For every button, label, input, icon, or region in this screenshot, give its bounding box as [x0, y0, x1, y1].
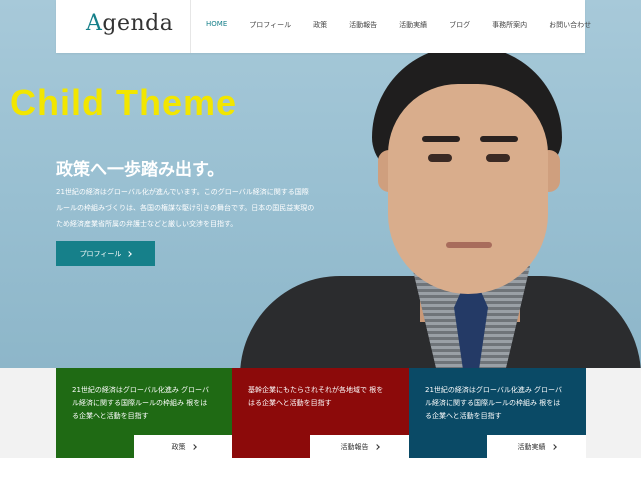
hero-body: 21世紀の経済はグローバル化が進んでいます。このグローバル経済に関する国際 ルー…: [56, 184, 336, 232]
page-bottom: [0, 458, 641, 481]
card-text: 21世紀の経済はグローバル化進み グローバ ル経済に関する国際ルールの枠組み 根…: [72, 384, 222, 423]
nav-item-activity-report[interactable]: 活動報告: [349, 20, 377, 30]
profile-button-label: プロフィール: [79, 249, 122, 258]
card-text-line: る企業へと活動を目指す: [72, 412, 149, 420]
card-text-line: はる企業へと活動を目指す: [248, 399, 332, 407]
card-link-activity-report[interactable]: 活動報告: [310, 435, 409, 458]
card-text-line: 基幹企業にもたらされそれが各地域で 根を: [248, 386, 384, 394]
nav-item-contact[interactable]: お問い合わせ: [549, 20, 591, 30]
header-divider: [190, 0, 191, 53]
card-activity-results: 21世紀の経済はグローバル化進み グローバ ル経済に関する国際ルールの枠組み 根…: [409, 368, 586, 458]
card-text: 基幹企業にもたらされそれが各地域で 根を はる企業へと活動を目指す: [248, 384, 398, 410]
nav-item-office[interactable]: 事務所案内: [492, 20, 527, 30]
nav-item-blog[interactable]: ブログ: [449, 20, 470, 30]
chevron-right-icon: [373, 443, 380, 450]
card-text-line: ル経済に関する国際ルールの枠組み 根をは: [425, 399, 561, 407]
hero-body-line: ため経済産業省所属の弁護士などと厳しい交渉を目指す。: [56, 220, 238, 228]
site-header: Agenda HOME プロフィール 政策 活動報告 活動実績 ブログ 事務所案…: [56, 0, 591, 53]
nav-item-home[interactable]: HOME: [206, 20, 227, 30]
nav-item-profile[interactable]: プロフィール: [249, 20, 291, 30]
site-logo[interactable]: Agenda: [86, 11, 173, 36]
card-text-line: る企業へと活動を目指す: [425, 412, 502, 420]
eye-left-shape: [428, 154, 452, 162]
card-link-label: 活動実績: [517, 442, 546, 451]
chevron-right-icon: [126, 250, 133, 257]
hero-title: 政策へ一歩踏み出す。: [56, 160, 225, 180]
card-text-line: 21世紀の経済はグローバル化進み グローバ: [425, 386, 562, 394]
chevron-right-icon: [550, 443, 557, 450]
profile-button[interactable]: プロフィール: [56, 241, 155, 266]
brow-left-shape: [422, 136, 460, 142]
card-text-line: 21世紀の経済はグローバル化進み グローバ: [72, 386, 209, 394]
eye-right-shape: [486, 154, 510, 162]
card-policy: 21世紀の経済はグローバル化進み グローバ ル経済に関する国際ルールの枠組み 根…: [56, 368, 233, 458]
logo-first-letter: A: [86, 11, 103, 36]
card-link-label: 活動報告: [340, 442, 369, 451]
nav-item-policy[interactable]: 政策: [313, 20, 327, 30]
logo-rest: genda: [102, 11, 174, 36]
chevron-right-icon: [190, 443, 197, 450]
card-link-policy[interactable]: 政策: [134, 435, 233, 458]
card-text: 21世紀の経済はグローバル化進み グローバ ル経済に関する国際ルールの枠組み 根…: [425, 384, 575, 423]
brow-right-shape: [480, 136, 518, 142]
hero-body-line: 21世紀の経済はグローバル化が進んでいます。このグローバル経済に関する国際: [56, 188, 309, 196]
mouth-shape: [446, 242, 492, 248]
nav-item-activity-results[interactable]: 活動実績: [399, 20, 427, 30]
card-link-label: 政策: [171, 442, 186, 451]
card-activity-report: 基幹企業にもたらされそれが各地域で 根を はる企業へと活動を目指す 活動報告: [232, 368, 409, 458]
face-shape: [388, 84, 548, 294]
card-link-activity-results[interactable]: 活動実績: [487, 435, 586, 458]
hero-body-line: ルールの枠組みづくりは、各国の権謀な駆け引きの舞台です。日本の国民益実現の: [56, 204, 315, 212]
main-nav: HOME プロフィール 政策 活動報告 活動実績 ブログ 事務所案内 お問い合わ…: [206, 20, 613, 30]
card-text-line: ル経済に関する国際ルールの枠組み 根をは: [72, 399, 208, 407]
child-theme-label: Child Theme: [10, 82, 238, 123]
